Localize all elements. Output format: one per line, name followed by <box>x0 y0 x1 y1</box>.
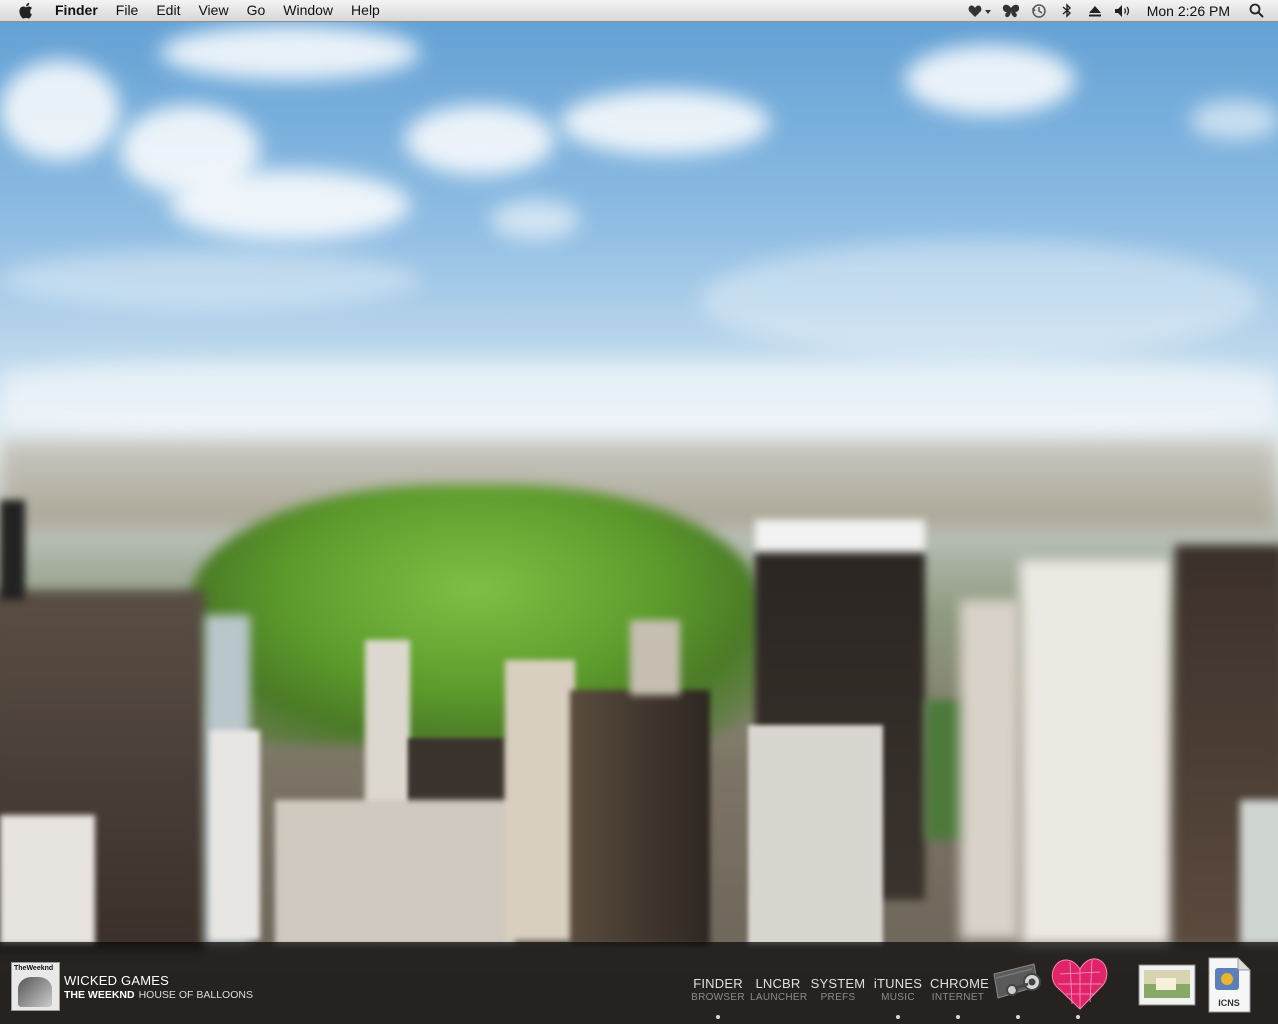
photo-preview-icon[interactable] <box>1138 964 1198 1013</box>
launcher-desc: PREFS <box>820 992 856 1003</box>
now-playing-album: HOUSE OF BALLOONS <box>138 989 253 1001</box>
launcher-system[interactable]: SYSTEM PREFS <box>810 976 866 1003</box>
menu-extras: Mon 2:26 PM <box>963 0 1278 21</box>
launcher-name: FINDER <box>693 976 743 991</box>
menu-edit[interactable]: Edit <box>147 0 189 21</box>
menu-app-finder[interactable]: Finder <box>46 0 107 21</box>
launcher-desc: LAUNCHER <box>750 992 808 1003</box>
bottom-launcher-bar: TheWeeknd WICKED GAMES THE WEEKND HOUSE O… <box>0 942 1278 1024</box>
eject-icon[interactable] <box>1085 0 1105 21</box>
launcher-name: LNCBR <box>755 976 801 991</box>
launcher-itunes[interactable]: iTUNES MUSIC <box>870 976 926 1003</box>
menu-help[interactable]: Help <box>342 0 389 21</box>
running-indicator <box>716 1015 720 1019</box>
running-indicator <box>1076 1015 1080 1019</box>
icns-file-icon[interactable]: ICNS <box>1206 956 1252 1019</box>
menu-bar: Finder File Edit View Go Window Help Mon… <box>0 0 1278 22</box>
launcher-lncbr[interactable]: LNCBR LAUNCHER <box>750 976 808 1003</box>
menu-file[interactable]: File <box>107 0 148 21</box>
menu-window[interactable]: Window <box>274 0 342 21</box>
now-playing-title: WICKED GAMES <box>64 973 169 988</box>
bluetooth-icon[interactable] <box>1057 0 1077 21</box>
now-playing-subtitle: THE WEEKND HOUSE OF BALLOONS <box>64 989 253 1001</box>
launcher-desc: MUSIC <box>881 992 915 1003</box>
album-art-text: TheWeeknd <box>14 965 54 972</box>
volume-icon[interactable] <box>1113 0 1133 21</box>
launcher-chrome[interactable]: CHROME INTERNET <box>930 976 989 1003</box>
menu-go[interactable]: Go <box>238 0 275 21</box>
search-icon[interactable] <box>1246 0 1266 21</box>
album-art-image <box>18 977 52 1007</box>
time-machine-icon[interactable] <box>1029 0 1049 21</box>
running-indicator <box>956 1015 960 1019</box>
heart-dropdown-icon[interactable] <box>967 0 993 21</box>
running-indicator <box>1016 1015 1020 1019</box>
running-indicator <box>896 1015 900 1019</box>
now-playing-artist: THE WEEKND <box>64 989 135 1001</box>
album-art[interactable]: TheWeeknd <box>11 962 60 1011</box>
launcher-name: CHROME <box>930 976 989 991</box>
launcher-name: iTUNES <box>873 976 923 991</box>
icns-label: ICNS <box>1218 998 1240 1008</box>
launcher-finder[interactable]: FINDER BROWSER <box>690 976 746 1003</box>
menu-view[interactable]: View <box>189 0 237 21</box>
apple-logo-icon[interactable] <box>16 2 34 20</box>
steam-icon[interactable] <box>988 956 1048 1011</box>
butterfly-icon[interactable] <box>1001 0 1021 21</box>
heart-app-icon[interactable] <box>1050 954 1110 1017</box>
launcher-name: SYSTEM <box>810 976 866 991</box>
menu-clock[interactable]: Mon 2:26 PM <box>1137 3 1242 19</box>
launcher-desc: BROWSER <box>691 992 745 1003</box>
desktop-wallpaper <box>0 0 1278 1024</box>
launcher-desc: INTERNET <box>931 992 985 1003</box>
